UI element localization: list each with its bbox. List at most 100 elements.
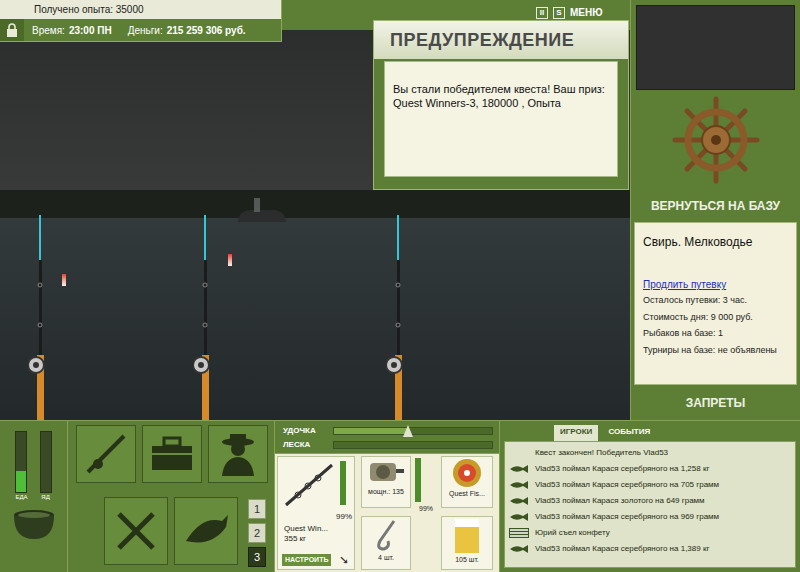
island [238, 210, 286, 222]
rod-slot-button[interactable]: 3 [248, 547, 266, 567]
log-entry: Vlad53 поймал Карася серебряного на 969 … [509, 509, 795, 525]
log-entry-text: Юрий съел конфету [535, 527, 610, 539]
rod-slot-label: 3 [254, 549, 260, 566]
fishing-rod[interactable] [28, 215, 52, 420]
time-label: Время: [32, 23, 65, 38]
lock-icon[interactable] [6, 23, 18, 37]
rod-icon [282, 461, 334, 509]
tension-track [333, 441, 493, 449]
top-menu-button[interactable]: МЕНЮ [570, 5, 603, 20]
log-tab-label: ИГРОКИ [560, 427, 592, 436]
warning-message: Вы стали победителем квеста! Ваш приз: Q… [393, 82, 609, 110]
side-panel: ВЕРНУТЬСЯ НА БАЗУ Свирь. Мелководье Прод… [630, 0, 800, 420]
extend-link[interactable]: Продлить путевку [643, 277, 788, 292]
log-entry: Квест закончен! Победитель Vlad53 [509, 445, 795, 461]
log-entry: Vlad53 поймал Карася серебряного на 1,38… [509, 541, 795, 557]
need-track [40, 431, 52, 493]
bait-slot[interactable]: 105 шт. [441, 516, 493, 570]
hook-slot[interactable]: 4 шт. [361, 516, 411, 570]
cauldron-icon[interactable] [10, 507, 58, 541]
trip-detail: Рыбаков на базе: 1 [643, 327, 788, 341]
tackle-box-icon [150, 436, 194, 472]
log-panel: ИГРОКИ СОБЫТИЯ Квест закончен! Победитель… [500, 421, 800, 572]
fish-icon [509, 464, 529, 474]
hook-count: 4 шт. [378, 553, 394, 564]
location-title: Свирь. Мелководье [643, 233, 788, 251]
top-menu-button[interactable]: S [553, 7, 565, 19]
hook-icon [368, 517, 404, 553]
money-label: Деньги: [128, 23, 163, 38]
line-slot[interactable]: Quest Fis... [441, 456, 493, 508]
food-button[interactable] [104, 497, 168, 565]
scene-column: Получено опыта: 35000 Время: 23:00 ПН Де… [0, 0, 630, 420]
tension-label: ЛЕСКА [283, 439, 329, 451]
game-screen: Получено опыта: 35000 Время: 23:00 ПН Де… [0, 0, 800, 572]
knife-fork-icon [113, 508, 159, 554]
reel-icon [366, 457, 406, 487]
hud-panel: Получено опыта: 35000 Время: 23:00 ПН Де… [0, 0, 282, 42]
reel-slot[interactable]: мощн.: 135 [361, 456, 411, 508]
log-entry-text: Vlad53 поймал Карася серебряного на 1,25… [535, 463, 709, 475]
rod-card[interactable]: 99% Quest Win... 355 кг НАСТРОИТЬ ➘ [277, 456, 355, 570]
need-label: ЯД [41, 493, 49, 501]
trip-detail: Осталось путевки: 3 час. [643, 294, 788, 308]
top-menu: II S МЕНЮ [536, 5, 603, 20]
tension-marker [403, 425, 413, 437]
bans-button[interactable]: ЗАПРЕТЫ [686, 394, 746, 412]
log-entry: Vlad53 поймал Карася серебряного на 705 … [509, 477, 795, 493]
need-meter: ЯД [40, 431, 52, 501]
fishing-rod[interactable] [193, 215, 217, 420]
fishing-rod-icon [84, 432, 128, 476]
tension-label: УДОЧКА [283, 425, 329, 437]
rod-slot-button[interactable]: 2 [248, 523, 266, 543]
location-card: Свирь. Мелководье Продлить путевку Остал… [634, 222, 797, 385]
reel-condition-fill [415, 458, 421, 502]
log-entry: Vlad53 поймал Карася серебряного на 1,25… [509, 461, 795, 477]
top-menu-button[interactable]: II [536, 7, 548, 19]
fish-icon [509, 512, 529, 522]
cutlery-icon [509, 528, 529, 538]
log-tab-label: СОБЫТИЯ [608, 427, 650, 436]
log-entry: Юрий съел конфету [509, 525, 795, 541]
ship-wheel-icon[interactable] [671, 95, 761, 185]
log-tab[interactable]: СОБЫТИЯ [602, 425, 656, 441]
fishing-rod[interactable] [386, 215, 410, 420]
trip-detail: Турниры на базе: не объявлены [643, 344, 788, 358]
setup-button[interactable]: НАСТРОИТЬ [282, 554, 331, 566]
tension-fill [334, 428, 408, 434]
tackle-box-button[interactable] [142, 425, 202, 483]
fisherman-button[interactable] [208, 425, 268, 483]
fish-icon [509, 480, 529, 490]
time-value: 23:00 ПН [69, 23, 112, 38]
rod-slot-button[interactable]: 1 [248, 499, 266, 519]
rod-slot-label: 2 [254, 525, 260, 542]
experience-text: Получено опыта: 35000 [34, 2, 144, 17]
log-entry-text: Квест закончен! Победитель Vlad53 [535, 447, 668, 459]
float [228, 254, 232, 266]
log-tab[interactable]: ИГРОКИ [554, 425, 598, 441]
log-entry-icon [509, 448, 529, 458]
fish-icon [509, 496, 529, 506]
return-to-base-button[interactable]: ВЕРНУТЬСЯ НА БАЗУ [651, 197, 780, 215]
rod-weight: 355 кг [284, 533, 306, 545]
need-fill [16, 471, 26, 492]
tackle-panel: УДОЧКА ЛЕСКА 99% Quest Win... 355 кг НАСТ… [275, 421, 500, 572]
tension-row: ЛЕСКА [283, 439, 493, 451]
need-label: ЕДА [15, 493, 27, 501]
fish-cage-button[interactable] [174, 497, 238, 565]
need-meter: ЕДА [15, 431, 27, 501]
float [62, 274, 66, 286]
rods-button[interactable] [76, 425, 136, 483]
lighthouse [254, 198, 260, 212]
actions-panel: 1 2 3 [68, 421, 275, 572]
reel-power: мощн.: 135 [368, 487, 404, 498]
money-value: 215 259 306 руб. [167, 23, 246, 38]
tension-row: УДОЧКА [283, 425, 493, 437]
expand-arrow-icon[interactable]: ➘ [339, 551, 349, 569]
log-entry-text: Vlad53 поймал Карася серебряного на 1,38… [535, 543, 709, 555]
need-track [15, 431, 27, 493]
rod-condition-fill [340, 461, 346, 505]
log-entry-text: Vlad53 поймал Карася серебряного на 705 … [535, 479, 719, 491]
line-name: Quest Fis... [449, 489, 485, 500]
fish-icon [182, 511, 230, 551]
